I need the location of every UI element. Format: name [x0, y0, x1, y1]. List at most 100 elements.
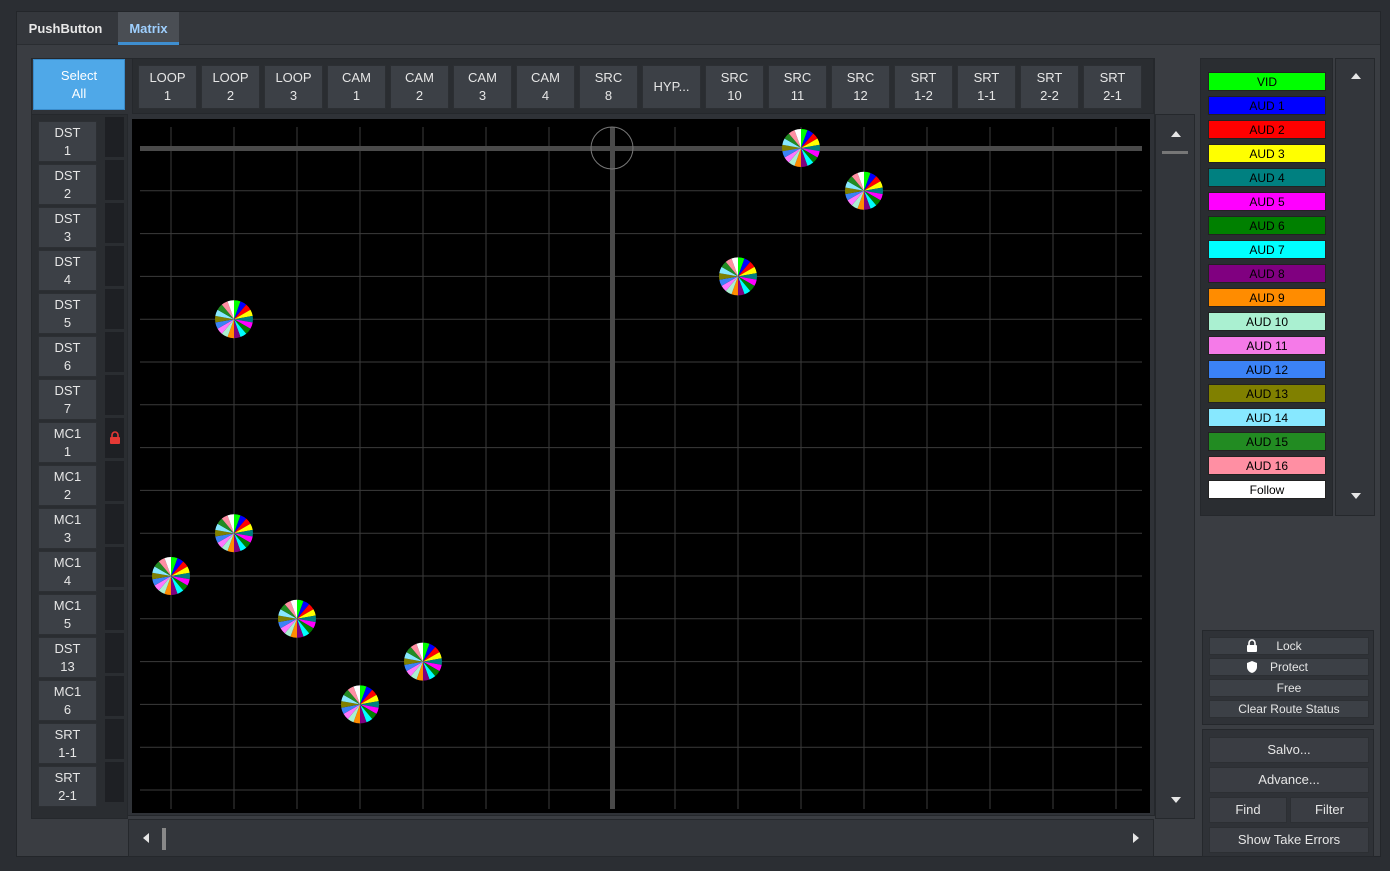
- destination-lock-cell[interactable]: [104, 546, 125, 588]
- crosspoint-grid[interactable]: [132, 119, 1150, 813]
- destination-button[interactable]: DST 3: [38, 207, 97, 248]
- level-button[interactable]: VID: [1208, 72, 1326, 91]
- filter-button[interactable]: Filter: [1290, 797, 1369, 823]
- source-button[interactable]: HYP...: [642, 65, 701, 109]
- source-button[interactable]: CAM 2: [390, 65, 449, 109]
- tab-matrix[interactable]: Matrix: [118, 12, 179, 45]
- level-button[interactable]: AUD 8: [1208, 264, 1326, 283]
- destination-button[interactable]: DST 6: [38, 336, 97, 377]
- destination-button[interactable]: MC1 1: [38, 422, 97, 463]
- destination-lock-cell[interactable]: [104, 460, 125, 502]
- crosspoint-route-indicator[interactable]: [278, 599, 316, 638]
- destination-lock-cell[interactable]: [104, 331, 125, 373]
- destination-lock-cell[interactable]: [104, 116, 125, 158]
- source-button[interactable]: LOOP 1: [138, 65, 197, 109]
- destination-button[interactable]: MC1 4: [38, 551, 97, 592]
- advance-button[interactable]: Advance...: [1209, 767, 1369, 793]
- crosspoint-route-indicator[interactable]: [719, 257, 758, 296]
- select-all-button[interactable]: Select All: [33, 59, 125, 110]
- destination-lock-cell[interactable]: [104, 675, 125, 717]
- vertical-scroll-thumb[interactable]: [1162, 151, 1188, 154]
- destination-lock-cell[interactable]: [104, 159, 125, 201]
- destination-button[interactable]: MC1 3: [38, 508, 97, 549]
- destination-button[interactable]: DST 7: [38, 379, 97, 420]
- level-button[interactable]: Follow: [1208, 480, 1326, 499]
- level-button[interactable]: AUD 13: [1208, 384, 1326, 403]
- source-button[interactable]: LOOP 2: [201, 65, 260, 109]
- protect-button[interactable]: Protect: [1209, 658, 1369, 676]
- level-button[interactable]: AUD 16: [1208, 456, 1326, 475]
- horizontal-scroll-thumb[interactable]: [162, 828, 166, 850]
- source-button[interactable]: SRC 8: [579, 65, 638, 109]
- level-scroll-down-icon[interactable]: [1349, 489, 1363, 503]
- destination-lock-cell[interactable]: [104, 589, 125, 631]
- level-button[interactable]: AUD 5: [1208, 192, 1326, 211]
- source-button[interactable]: SRT 2-2: [1020, 65, 1079, 109]
- level-button[interactable]: AUD 12: [1208, 360, 1326, 379]
- destination-lock-cell[interactable]: [104, 718, 125, 760]
- source-button[interactable]: SRC 11: [768, 65, 827, 109]
- level-button[interactable]: AUD 6: [1208, 216, 1326, 235]
- clear-route-status-button[interactable]: Clear Route Status: [1209, 700, 1369, 718]
- crosspoint-route-indicator[interactable]: [341, 685, 379, 724]
- destination-button[interactable]: MC1 2: [38, 465, 97, 506]
- crosspoint-route-indicator[interactable]: [215, 300, 253, 339]
- crosspoint-route-indicator[interactable]: [152, 557, 190, 595]
- level-button[interactable]: AUD 4: [1208, 168, 1326, 187]
- level-button[interactable]: AUD 11: [1208, 336, 1326, 355]
- destination-button[interactable]: DST 13: [38, 637, 97, 678]
- destination-lock-cell[interactable]: [104, 417, 125, 459]
- show-take-errors-button[interactable]: Show Take Errors: [1209, 827, 1369, 853]
- destination-button[interactable]: DST 1: [38, 121, 97, 162]
- level-button[interactable]: AUD 14: [1208, 408, 1326, 427]
- destination-button[interactable]: DST 4: [38, 250, 97, 291]
- scroll-right-icon[interactable]: [1129, 831, 1143, 845]
- scroll-left-icon[interactable]: [139, 831, 153, 845]
- level-scrollbar[interactable]: [1335, 58, 1375, 516]
- destination-button[interactable]: MC1 6: [38, 680, 97, 721]
- source-button[interactable]: CAM 1: [327, 65, 386, 109]
- level-button[interactable]: AUD 2: [1208, 120, 1326, 139]
- crosspoint-route-indicator[interactable]: [782, 129, 820, 167]
- level-button[interactable]: AUD 15: [1208, 432, 1326, 451]
- scroll-up-icon[interactable]: [1169, 127, 1183, 141]
- source-button[interactable]: SRT 2-1: [1083, 65, 1142, 109]
- destination-lock-cell[interactable]: [104, 761, 125, 803]
- level-button[interactable]: AUD 7: [1208, 240, 1326, 259]
- source-button[interactable]: CAM 4: [516, 65, 575, 109]
- destination-lock-cell[interactable]: [104, 202, 125, 244]
- salvo-button[interactable]: Salvo...: [1209, 737, 1369, 763]
- grid-vertical-scrollbar[interactable]: [1155, 114, 1195, 819]
- level-button[interactable]: AUD 1: [1208, 96, 1326, 115]
- destination-button[interactable]: SRT 2-1: [38, 766, 97, 807]
- source-button[interactable]: SRT 1-2: [894, 65, 953, 109]
- free-button[interactable]: Free: [1209, 679, 1369, 697]
- source-button[interactable]: SRT 1-1: [957, 65, 1016, 109]
- destination-lock-cell[interactable]: [104, 245, 125, 287]
- source-button[interactable]: CAM 3: [453, 65, 512, 109]
- tab-pushbutton[interactable]: PushButton: [17, 12, 114, 45]
- destination-lock-cell[interactable]: [104, 632, 125, 674]
- source-button[interactable]: LOOP 3: [264, 65, 323, 109]
- destination-button[interactable]: MC1 5: [38, 594, 97, 635]
- crosspoint-route-indicator[interactable]: [404, 642, 442, 681]
- destination-button[interactable]: DST 2: [38, 164, 97, 205]
- destination-lock-cell[interactable]: [104, 288, 125, 330]
- source-button[interactable]: SRC 10: [705, 65, 764, 109]
- destination-lock-cell[interactable]: [104, 374, 125, 416]
- grid-horizontal-scrollbar[interactable]: [128, 819, 1154, 857]
- destination-lock-cell[interactable]: [104, 503, 125, 545]
- level-button[interactable]: AUD 3: [1208, 144, 1326, 163]
- destination-button[interactable]: SRT 1-1: [38, 723, 97, 764]
- find-button[interactable]: Find: [1209, 797, 1287, 823]
- destination-button[interactable]: DST 5: [38, 293, 97, 334]
- scroll-down-icon[interactable]: [1169, 793, 1183, 807]
- source-button[interactable]: SRC 12: [831, 65, 890, 109]
- level-button[interactable]: AUD 10: [1208, 312, 1326, 331]
- source-name: SRC: [846, 70, 875, 85]
- crosspoint-route-indicator[interactable]: [844, 171, 884, 210]
- level-scroll-up-icon[interactable]: [1349, 69, 1363, 83]
- level-button[interactable]: AUD 9: [1208, 288, 1326, 307]
- crosspoint-route-indicator[interactable]: [215, 514, 253, 553]
- lock-button[interactable]: Lock: [1209, 637, 1369, 655]
